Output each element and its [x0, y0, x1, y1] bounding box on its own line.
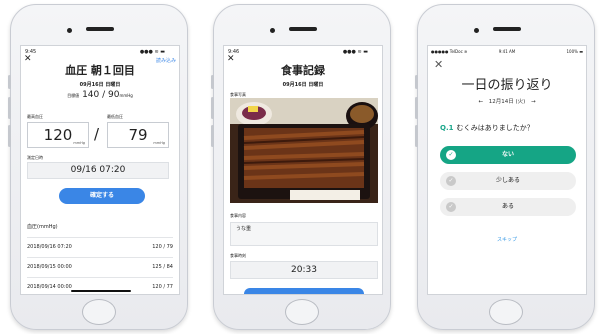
max-bp-unit: mmHg	[73, 141, 85, 145]
status-battery: 100% ▬	[566, 49, 584, 54]
question-text: むくみはありましたか？	[456, 124, 534, 132]
history-header-label: 血圧(mmHg)	[27, 224, 58, 230]
min-bp-unit: mmHg	[153, 141, 165, 145]
option-a-little[interactable]: ✓ 少しある	[440, 172, 576, 190]
page-date: 09月16日 日曜日	[282, 82, 324, 88]
min-bp-input[interactable]: 79 mmHg	[107, 122, 169, 148]
target-bp-label: 目標値	[67, 93, 80, 98]
current-date: 12月14日 (火)	[488, 99, 526, 105]
history-header: 血圧(mmHg)	[27, 218, 173, 238]
history-date: 2018/09/15 00:00	[27, 264, 72, 270]
target-bp-value: 140 / 90	[82, 90, 120, 100]
confirm-button[interactable]: 確定する	[59, 188, 145, 204]
question: Q.1 むくみはありましたか？	[440, 123, 534, 133]
screen: 9:45 ●●● ≋ ▬ ✕ 読み込み 血圧 朝１回目 09月16日 日曜日 目…	[20, 45, 180, 295]
history-date: 2018/09/14 00:00	[27, 284, 72, 290]
next-day-arrow-icon[interactable]: →	[531, 99, 536, 105]
check-icon: ✓	[446, 150, 456, 160]
history-value: 120 / 77	[152, 284, 173, 290]
meal-time-label: 食事時刻	[230, 253, 246, 258]
date-navigator: ← 12月14日 (火) →	[428, 97, 586, 105]
status-icons: ●●● ≋ ▬	[139, 49, 165, 55]
screen: 9:46 ●●● ≋ ▬ ✕ 食事記録 09月16日 日曜日 食事写真 食事内容	[223, 45, 383, 295]
target-bp-unit: mmHg	[119, 93, 133, 98]
check-icon: ✓	[446, 176, 456, 186]
page-date: 09月16日 日曜日	[79, 82, 121, 88]
history-value: 120 / 79	[152, 244, 173, 250]
volume-up-button	[8, 97, 11, 119]
status-icons: ●●● ≋ ▬	[342, 49, 368, 55]
option-label: ある	[501, 203, 514, 210]
option-label: 少しある	[495, 177, 520, 184]
datetime-field[interactable]: 09/16 07:20	[27, 162, 169, 179]
check-icon: ✓	[446, 202, 456, 212]
earpiece-speaker	[289, 27, 317, 31]
earpiece-speaker	[493, 27, 521, 31]
table-row[interactable]: 2018/09/14 00:00 120 / 77	[27, 278, 173, 294]
option-none[interactable]: ✓ ない	[440, 146, 576, 164]
meal-time-field[interactable]: 20:33	[230, 261, 378, 279]
unagi-don-image	[230, 98, 378, 203]
volume-down-button	[415, 125, 418, 147]
max-bp-input[interactable]: 120 mmHg	[27, 122, 89, 148]
home-indicator	[71, 290, 131, 292]
page-title: 一日の振り返り	[461, 78, 553, 93]
volume-up-button	[211, 97, 214, 119]
mute-switch	[415, 75, 418, 89]
mute-switch	[8, 75, 11, 89]
status-time: 9:41 AM	[498, 49, 516, 54]
save-button-partial[interactable]	[244, 288, 364, 294]
content-label: 食事内容	[230, 213, 246, 218]
meal-content-field[interactable]: うな重	[230, 222, 378, 246]
volume-up-button	[415, 97, 418, 119]
mute-switch	[211, 75, 214, 89]
home-button[interactable]	[285, 299, 319, 325]
page-title: 血圧 朝１回目	[65, 64, 135, 77]
history-value: 125 / 84	[152, 264, 173, 270]
front-camera	[67, 28, 72, 33]
page-title: 食事記録	[281, 64, 325, 77]
meal-photo[interactable]	[230, 98, 378, 203]
target-bp: 目標値 140 / 90mmHg	[21, 90, 179, 100]
front-camera	[474, 28, 479, 33]
home-button[interactable]	[489, 299, 523, 325]
history-date: 2018/09/16 07:20	[27, 244, 72, 250]
question-number: Q.1	[440, 124, 454, 132]
volume-down-button	[8, 125, 11, 147]
earpiece-speaker	[86, 27, 114, 31]
option-yes[interactable]: ✓ ある	[440, 198, 576, 216]
max-bp-label: 最高血圧	[27, 114, 43, 119]
prev-day-arrow-icon[interactable]: ←	[478, 99, 483, 105]
table-row[interactable]: 2018/09/15 00:00 125 / 84	[27, 258, 173, 278]
option-label: ない	[501, 151, 514, 158]
table-row[interactable]: 2018/09/16 07:20 120 / 79	[27, 238, 173, 258]
min-bp-label: 最低血圧	[107, 114, 123, 119]
skip-link[interactable]: スキップ	[428, 236, 586, 243]
phone-blood-pressure: 9:45 ●●● ≋ ▬ ✕ 読み込み 血圧 朝１回目 09月16日 日曜日 目…	[8, 4, 188, 330]
phone-daily-review: ●●●●● TelDoc ≋ 9:41 AM 100% ▬ ✕ 一日の振り返り …	[415, 4, 595, 330]
datetime-label: 測定日時	[27, 155, 43, 160]
bp-separator: /	[94, 125, 100, 143]
phone-meal-record: 9:46 ●●● ≋ ▬ ✕ 食事記録 09月16日 日曜日 食事写真 食事内容	[211, 4, 391, 330]
front-camera	[270, 28, 275, 33]
volume-down-button	[211, 125, 214, 147]
home-button[interactable]	[82, 299, 116, 325]
close-icon[interactable]: ✕	[434, 59, 443, 70]
screen: ●●●●● TelDoc ≋ 9:41 AM 100% ▬ ✕ 一日の振り返り …	[427, 45, 587, 295]
